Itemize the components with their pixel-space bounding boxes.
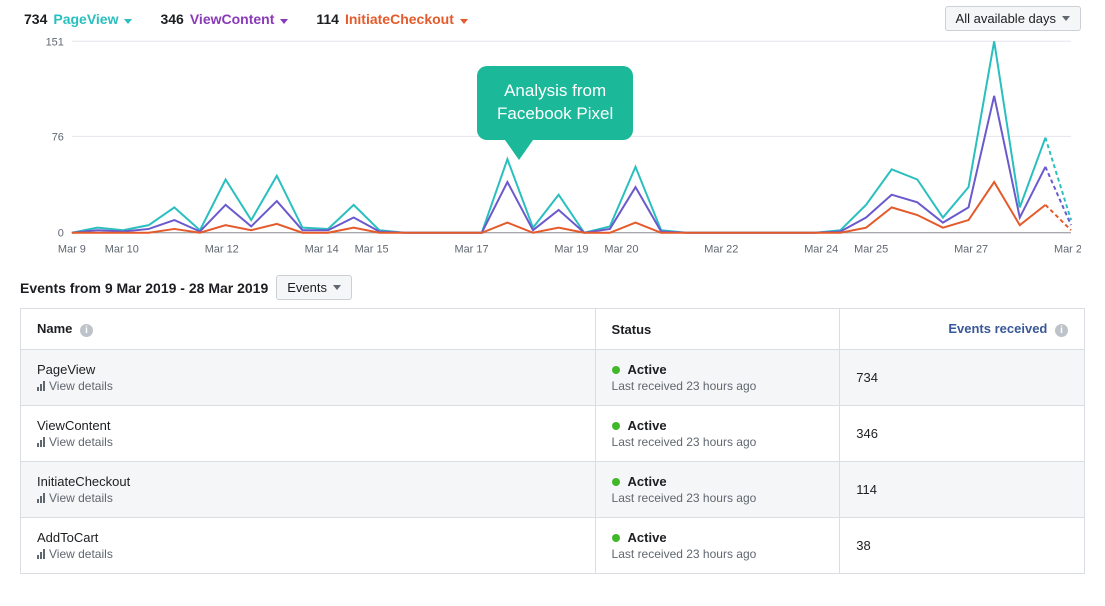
info-icon[interactable]: i <box>1055 324 1068 337</box>
chevron-down-icon <box>460 12 468 27</box>
bars-icon <box>37 381 45 391</box>
svg-text:151: 151 <box>46 36 64 48</box>
svg-text:Mar 12: Mar 12 <box>205 244 239 256</box>
chevron-down-icon <box>1062 16 1070 21</box>
events-title: Events from 9 Mar 2019 - 28 Mar 2019 <box>20 280 268 296</box>
svg-text:Mar 27: Mar 27 <box>954 244 988 256</box>
svg-text:0: 0 <box>58 228 64 240</box>
event-name: PageView <box>37 362 579 377</box>
date-range-label: All available days <box>956 11 1056 26</box>
annotation-callout: Analysis from Facebook Pixel <box>477 66 633 160</box>
view-details-link[interactable]: View details <box>37 435 579 449</box>
status-dot-icon <box>612 422 620 430</box>
last-received-text: Last received 23 hours ago <box>612 491 824 505</box>
metric-count: 734 <box>24 11 47 27</box>
status-dot-icon <box>612 534 620 542</box>
cell-status: Active Last received 23 hours ago <box>595 350 840 406</box>
svg-text:Mar 15: Mar 15 <box>355 244 389 256</box>
events-filter-dropdown[interactable]: Events <box>276 275 352 300</box>
cell-events-received: 346 <box>840 406 1085 462</box>
cell-events-received: 734 <box>840 350 1085 406</box>
col-name: Name i <box>21 309 596 350</box>
cell-status: Active Last received 23 hours ago <box>595 518 840 574</box>
date-range-selector[interactable]: All available days <box>945 6 1081 31</box>
cell-status: Active Last received 23 hours ago <box>595 462 840 518</box>
metric-viewcontent[interactable]: 346 ViewContent <box>160 11 288 27</box>
chevron-down-icon <box>280 12 288 27</box>
metric-count: 114 <box>316 11 339 27</box>
chevron-down-icon <box>124 12 132 27</box>
table-row: AddToCart View details Active Last received… <box>21 518 1085 574</box>
chart-container: 0 76 151 Mar 9 Mar 10 Mar 12 Mar 14 Mar 15 Mar 1… <box>0 31 1105 261</box>
svg-text:Mar 10: Mar 10 <box>105 244 139 256</box>
top-metrics-bar: 734 PageView 346 ViewContent 114 InitiateChec… <box>0 0 1105 31</box>
last-received-text: Last received 23 hours ago <box>612 435 824 449</box>
event-name: InitiateCheckout <box>37 474 579 489</box>
event-name: ViewContent <box>37 418 579 433</box>
svg-text:Mar 24: Mar 24 <box>804 244 838 256</box>
cell-events-received: 114 <box>840 462 1085 518</box>
svg-text:Mar 25: Mar 25 <box>854 244 888 256</box>
svg-text:Mar 22: Mar 22 <box>704 244 738 256</box>
callout-line1: Analysis from <box>497 80 613 103</box>
view-details-link[interactable]: View details <box>37 491 579 505</box>
svg-text:Mar 29: Mar 29 <box>1054 244 1081 256</box>
last-received-text: Last received 23 hours ago <box>612 379 824 393</box>
info-icon[interactable]: i <box>80 324 93 337</box>
events-filter-label: Events <box>287 280 327 295</box>
cell-status: Active Last received 23 hours ago <box>595 406 840 462</box>
metric-label: InitiateCheckout <box>345 11 454 27</box>
events-header: Events from 9 Mar 2019 - 28 Mar 2019 Eve… <box>0 261 1105 308</box>
col-events-received[interactable]: Events received i <box>840 309 1085 350</box>
events-table: Name i Status Events received i PageView… <box>20 308 1085 574</box>
col-status: Status <box>595 309 840 350</box>
table-row: InitiateCheckout View details Active Last r… <box>21 462 1085 518</box>
svg-text:Mar 19: Mar 19 <box>554 244 588 256</box>
bars-icon <box>37 549 45 559</box>
callout-line2: Facebook Pixel <box>497 103 613 126</box>
status-text: Active <box>628 362 667 377</box>
bars-icon <box>37 493 45 503</box>
bars-icon <box>37 437 45 447</box>
metric-label: PageView <box>53 11 118 27</box>
table-row: ViewContent View details Active Last receiv… <box>21 406 1085 462</box>
svg-text:Mar 17: Mar 17 <box>454 244 488 256</box>
cell-name: AddToCart View details <box>21 518 596 574</box>
table-row: PageView View details Active Last received … <box>21 350 1085 406</box>
table-header-row: Name i Status Events received i <box>21 309 1085 350</box>
status-text: Active <box>628 530 667 545</box>
metric-count: 346 <box>160 11 183 27</box>
view-details-link[interactable]: View details <box>37 379 579 393</box>
last-received-text: Last received 23 hours ago <box>612 547 824 561</box>
metric-pageview[interactable]: 734 PageView <box>24 11 132 27</box>
cell-events-received: 38 <box>840 518 1085 574</box>
status-text: Active <box>628 418 667 433</box>
status-text: Active <box>628 474 667 489</box>
svg-text:Mar 14: Mar 14 <box>305 244 339 256</box>
metric-initiatecheckout[interactable]: 114 InitiateCheckout <box>316 11 468 27</box>
status-dot-icon <box>612 478 620 486</box>
chevron-down-icon <box>333 285 341 290</box>
svg-text:Mar 9: Mar 9 <box>58 244 86 256</box>
svg-text:76: 76 <box>52 131 64 143</box>
cell-name: InitiateCheckout View details <box>21 462 596 518</box>
metric-label: ViewContent <box>190 11 275 27</box>
callout-tail-icon <box>505 140 533 160</box>
svg-text:Mar 20: Mar 20 <box>604 244 638 256</box>
event-name: AddToCart <box>37 530 579 545</box>
status-dot-icon <box>612 366 620 374</box>
view-details-link[interactable]: View details <box>37 547 579 561</box>
cell-name: ViewContent View details <box>21 406 596 462</box>
cell-name: PageView View details <box>21 350 596 406</box>
